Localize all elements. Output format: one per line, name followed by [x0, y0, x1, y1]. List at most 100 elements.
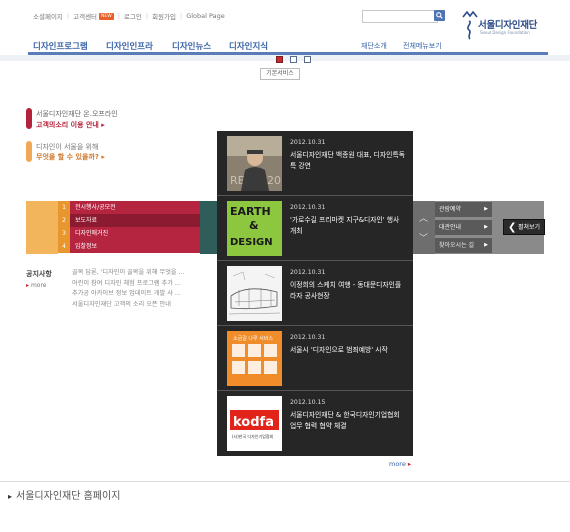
news-thumb-earth-design: EARTH & DESIGN [227, 201, 282, 256]
promo-1-line1: 서울디자인재단 온.오프라인 [36, 110, 118, 118]
top-link-customer-center[interactable]: 고객센터 [73, 11, 97, 21]
news-title[interactable]: 이정희의 스케치 여행 - 동대문디자인플라자 공사현장 [290, 280, 406, 302]
news-title[interactable]: 서울디자인재단 백종원 대표, 디자인특독특 강연 [290, 150, 406, 172]
promo-1-link[interactable]: 고객의소리 이용 안내 ▸ [36, 120, 105, 130]
band-btn-reservation[interactable]: 관람예약 ▶ [435, 202, 492, 217]
nav-item-design-infra[interactable]: 디자인인프라 [106, 40, 153, 52]
news-title[interactable]: 서울디자인재단 & 한국디자인기업협회 업무 협력 협약 체결 [290, 410, 406, 432]
triangle-right-icon: ▶ [484, 206, 488, 212]
logo-subtitle: Seoul Design Foundation [480, 30, 530, 35]
expand-button[interactable]: ❮ 펼쳐보기 [503, 219, 545, 235]
pager-dot-2[interactable] [290, 56, 297, 63]
promo-1-line2: 고객의소리 이용 안내 [36, 121, 99, 129]
thumb-text-kodfa-sub: (사)한국 디자인기업협회 [232, 433, 274, 439]
arrow-right-icon: ▸ [101, 153, 105, 161]
notice-list: 골목 답론, '디자인이 골목을 위해 무엇을 ... 어린이 참여 디자인 체… [72, 268, 217, 310]
nav-item-design-news[interactable]: 디자인뉴스 [172, 40, 211, 52]
news-item[interactable]: 소금길 나루 서비스 2012.10.31 서울시 '디자인으로 범죄예방' 시… [217, 326, 413, 391]
band-left-block [26, 201, 58, 254]
promo-bar-red [26, 108, 32, 129]
nav-item-design-program[interactable]: 디자인프로그램 [33, 40, 88, 52]
promo-2-link[interactable]: 무엇을 할 수 있을까? ▸ [36, 152, 105, 162]
search-icon [436, 12, 443, 19]
news-title[interactable]: 서울시 '디자인으로 범죄예방' 시작 [290, 345, 406, 356]
nav-all-menu[interactable]: 전체메뉴보기 [403, 41, 442, 51]
band-btn-directions[interactable]: 찾아오시는 길 ▶ [435, 238, 492, 253]
news-item[interactable]: 2012.10.31 이정희의 스케치 여행 - 동대문디자인플라자 공사현장 [217, 261, 413, 326]
thumb-text-kodfa: kodfa [233, 415, 274, 430]
band-dark-block [200, 201, 217, 254]
basic-service-button[interactable]: 기본서비스 [260, 68, 300, 80]
thumb-text-earth: EARTH [230, 205, 271, 218]
news-thumb-speaker: RE 20 [227, 136, 282, 191]
news-more-link[interactable]: more ▸ [389, 460, 411, 468]
news-item[interactable]: RE 20 2012.10.31 서울디자인재단 백종원 대표, 디자인특독특 … [217, 131, 413, 196]
expand-button-label: 펼쳐보기 [518, 224, 541, 231]
notice-more-label: more [30, 282, 47, 289]
notice-item[interactable]: 골목 답론, '디자인이 골목을 위해 무엇을 ... [72, 268, 217, 279]
band-num-4: 4 [58, 240, 70, 253]
notice-item[interactable]: 어린이 참여 디자인 체험 프로그램 추가 ... [72, 279, 217, 290]
pager-dot-1[interactable] [276, 56, 283, 63]
thumb-text-design: DESIGN [230, 237, 273, 248]
band-btn-rental[interactable]: 대관안내 ▶ [435, 220, 492, 235]
nav-strip [0, 55, 570, 61]
news-date: 2012.10.31 [290, 139, 326, 146]
new-badge: NEW [99, 12, 114, 20]
band-arrows: ︿ ﹀ [413, 201, 435, 254]
nav-foundation-intro[interactable]: 재단소개 [361, 41, 387, 51]
band-btn-directions-label: 찾아오시는 길 [439, 242, 475, 249]
logo-title[interactable]: 서울디자인재단 [478, 17, 537, 31]
news-item[interactable]: EARTH & DESIGN 2012.10.31 '가로수길 프리마켓 지구&… [217, 196, 413, 261]
footer-label: 서울디자인재단 홈페이지 [16, 491, 121, 502]
footer-link[interactable]: ▸ 서울디자인재단 홈페이지 [8, 487, 120, 502]
top-links: 소셜페이지 | 고객센터 NEW | 로그인 | 회원가입 | Global P… [33, 11, 225, 21]
chevron-down-icon[interactable]: ﹀ [419, 231, 428, 244]
band-item-exhibition[interactable]: 전시행사/공모전 [70, 201, 200, 214]
nav-item-design-knowledge[interactable]: 디자인지식 [229, 40, 268, 52]
arrow-right-icon: ▸ [407, 460, 412, 468]
triangle-right-icon: ▶ [484, 242, 488, 248]
svg-text:20: 20 [267, 174, 281, 187]
top-link-social[interactable]: 소셜페이지 [33, 11, 63, 21]
chevron-up-icon[interactable]: ︿ [419, 211, 428, 224]
notice-title: 공지사항 [26, 270, 52, 278]
news-title[interactable]: '가로수길 프리마켓 지구&디자인' 행사 개최 [290, 215, 406, 237]
thumb-text-amp: & [249, 219, 259, 232]
chevron-left-icon: ❮ [508, 222, 517, 233]
bullet-icon: ▸ [8, 492, 13, 501]
band-item-bidding[interactable]: 입찰정보 [70, 240, 200, 253]
notice-item[interactable]: 추가공 아카이브 정보 업데이트 개발 사 ... [72, 289, 217, 300]
thumb-text-service: 소금길 나루 서비스 [233, 335, 273, 342]
arrow-right-icon: ▸ [26, 282, 30, 289]
news-item[interactable]: kodfa (사)한국 디자인기업협회 2012.10.15 서울디자인재단 &… [217, 391, 413, 456]
band-num-2: 2 [58, 214, 70, 227]
news-panel: RE 20 2012.10.31 서울디자인재단 백종원 대표, 디자인특독특 … [217, 131, 413, 456]
top-link-login[interactable]: 로그인 [124, 11, 142, 21]
band-num-1: 1 [58, 201, 70, 214]
notice-item[interactable]: 서울디자인재단 고객의 소리 오픈 안내 [72, 300, 217, 311]
notice-more-link[interactable]: ▸ more [26, 282, 46, 289]
news-thumb-sketch [227, 266, 282, 321]
news-date: 2012.10.31 [290, 269, 326, 276]
pager-dot-3[interactable] [304, 56, 311, 63]
promo-bar-orange [26, 141, 32, 162]
search-button[interactable] [434, 10, 445, 21]
news-date: 2012.10.31 [290, 204, 326, 211]
triangle-right-icon: ▶ [484, 224, 488, 230]
logo-icon [462, 10, 478, 40]
news-date: 2012.10.31 [290, 334, 326, 341]
top-link-global[interactable]: Global Page [186, 12, 225, 20]
search-input[interactable] [362, 10, 438, 23]
news-thumb-kodfa: kodfa (사)한국 디자인기업협회 [227, 396, 282, 451]
band-btn-rental-label: 대관안내 [439, 224, 462, 231]
news-thumb-crime-prevention: 소금길 나루 서비스 [227, 331, 282, 386]
band-item-press[interactable]: 보도자료 [70, 214, 200, 227]
band-item-magazine[interactable]: 디자인매거진 [70, 227, 200, 240]
promo-2-line2: 무엇을 할 수 있을까? [36, 153, 99, 161]
top-link-signup[interactable]: 회원가입 [152, 11, 176, 21]
footer-divider [0, 481, 570, 482]
news-date: 2012.10.15 [290, 399, 326, 406]
news-more-label: more [389, 460, 406, 468]
main-nav-1[interactable]: 디자인프로그램 [33, 40, 88, 52]
